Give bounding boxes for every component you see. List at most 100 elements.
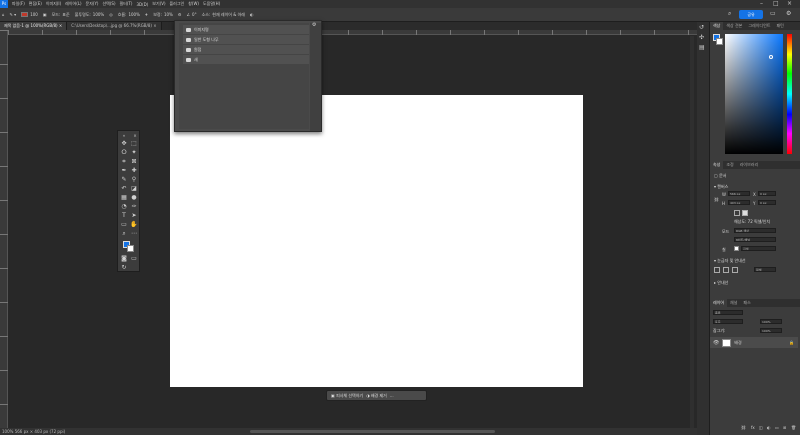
menu-window[interactable]: 창(W) — [188, 1, 199, 7]
document-canvas[interactable] — [170, 95, 583, 387]
more-options-button[interactable]: ... — [390, 393, 394, 398]
tab-layers[interactable]: 레이어 — [710, 299, 728, 307]
zoom-tool-icon[interactable]: ⌕ — [120, 230, 128, 238]
maximize-icon[interactable]: □ — [773, 0, 779, 7]
dropdown-gear-icon[interactable]: ⚙ — [312, 22, 316, 28]
bit-depth-select[interactable]: 8비트/채널 — [734, 237, 776, 242]
more-tools-icon[interactable]: ⋯ — [130, 230, 138, 238]
layer-blend-mode-select[interactable]: 표준 — [713, 319, 743, 324]
eye-icon[interactable]: 👁 — [713, 340, 719, 346]
color-mode-select[interactable]: RGB 색상 — [734, 228, 776, 233]
search-icon[interactable]: ⌕ — [728, 10, 731, 18]
collapse-icon[interactable]: « — [120, 132, 128, 140]
tab-gradients[interactable]: 그레이디언트 — [745, 22, 773, 30]
tab-channels[interactable]: 채널 — [727, 299, 740, 307]
dropdown-scrollbar[interactable] — [310, 23, 321, 131]
lasso-tool-icon[interactable]: ⵔ — [120, 149, 128, 157]
dropdown-item[interactable]: 일반 도형 나무 — [183, 35, 309, 44]
fill-color-swatch[interactable] — [734, 246, 739, 251]
close-icon[interactable]: × — [787, 0, 792, 7]
minimize-icon[interactable]: – — [760, 0, 763, 7]
share-button[interactable]: 공유 — [739, 10, 763, 19]
eraser-tool-icon[interactable]: ◪ — [130, 185, 138, 193]
tab-adjustments[interactable]: 조정 — [723, 161, 736, 169]
navigator-panel-icon[interactable]: ✣ — [699, 34, 704, 41]
select-subject-button[interactable]: ▣ 피사체 선택하기 — [331, 393, 363, 399]
ruler-horizontal[interactable] — [8, 30, 697, 35]
path-selection-tool-icon[interactable]: ➤ — [130, 212, 138, 220]
layer-filter-select[interactable]: 종류 — [713, 310, 743, 315]
menu-file[interactable]: 파일(F) — [12, 1, 25, 7]
comments-panel-icon[interactable]: ▤ — [699, 44, 705, 51]
color-picker-field[interactable] — [725, 34, 783, 154]
new-group-icon[interactable]: ▭ — [775, 425, 779, 430]
add-mask-icon[interactable]: ◫ — [759, 425, 763, 430]
tab-color[interactable]: 색상 — [710, 22, 724, 30]
menu-view[interactable]: 보기(V) — [152, 1, 165, 7]
dropdown-item[interactable]: 이미지명 — [183, 25, 309, 34]
menu-select[interactable]: 선택(S) — [102, 1, 115, 7]
guides-toggle-button[interactable] — [732, 267, 738, 273]
menu-help[interactable]: 도움말(H) — [203, 1, 220, 7]
shape-tool-icon[interactable]: ▭ — [120, 221, 128, 229]
gradient-tool-icon[interactable]: ▦ — [120, 194, 128, 202]
link-layers-icon[interactable]: ⛓ — [741, 425, 746, 430]
frame-tool-icon[interactable]: ⊠ — [130, 158, 138, 166]
ignore-adjustment-icon[interactable]: ◐ — [250, 12, 254, 17]
layer-fill-field[interactable]: 100% — [760, 328, 782, 333]
grid-toggle-button[interactable] — [723, 267, 729, 273]
type-tool-icon[interactable]: T — [120, 212, 128, 220]
pen-tool-icon[interactable]: ✑ — [130, 203, 138, 211]
portrait-orientation-button[interactable] — [734, 210, 740, 216]
brush-settings-icon[interactable]: ▣ — [43, 12, 47, 17]
canvas-section-header[interactable]: ▾ 캔버스 — [714, 184, 728, 190]
angle-field[interactable]: ∠ 0° — [186, 12, 196, 17]
rulers-guides-section-header[interactable]: ▾ 눈금자 및 안내선 — [714, 258, 746, 264]
history-brush-tool-icon[interactable]: ↶ — [120, 185, 128, 193]
mode-select[interactable]: 모드: 표준 — [52, 12, 70, 18]
close-icon[interactable]: × — [131, 132, 139, 140]
tab-swatches[interactable]: 색상 견본 — [723, 22, 745, 30]
quick-mask-icon[interactable]: ◙ — [120, 255, 128, 263]
smoothing-field[interactable]: 보정: 10% — [153, 12, 173, 18]
workspace-icon[interactable]: ▭ — [770, 10, 776, 17]
tab-paths[interactable]: 패스 — [740, 299, 753, 307]
link-icon[interactable]: ⛓ — [714, 197, 719, 202]
tab-libraries[interactable]: 라이브러리 — [737, 161, 761, 169]
ruler-unit-select[interactable]: 픽셀 — [754, 267, 776, 272]
magic-wand-tool-icon[interactable]: ✦ — [130, 149, 138, 157]
background-color-swatch[interactable] — [127, 245, 134, 252]
flow-field[interactable]: 흐름: 100% — [118, 12, 140, 18]
home-icon[interactable]: ⌂ — [2, 12, 5, 17]
dropdown-item[interactable]: 새 — [183, 55, 309, 64]
canvas-y-field[interactable]: 0 px — [758, 200, 776, 205]
gear-icon[interactable]: ⚙ — [786, 10, 791, 17]
document-tab[interactable]: C:\Users\Desktop\...jpg @ 66.7%(RGB/8) × — [67, 22, 162, 30]
clone-stamp-tool-icon[interactable]: ⚲ — [130, 176, 138, 184]
layer-row[interactable]: 👁 배경 🔒 — [710, 337, 798, 348]
brush-size-picker[interactable]: 100 — [21, 12, 38, 17]
adjustment-layer-icon[interactable]: ◐ — [767, 425, 771, 430]
tab-patterns[interactable]: 패턴 — [773, 22, 786, 30]
canvas-vertical-scrollbar[interactable] — [690, 36, 694, 428]
pressure-opacity-icon[interactable]: ◎ — [109, 12, 113, 17]
fill-select[interactable]: 흰색 — [741, 246, 776, 251]
landscape-orientation-button[interactable] — [742, 210, 748, 216]
ruler-toggle-button[interactable] — [714, 267, 720, 273]
brush-tool-icon[interactable]: ✎ — [120, 176, 128, 184]
blur-tool-icon[interactable]: ● — [130, 194, 138, 202]
delete-layer-icon[interactable]: 🗑 — [791, 425, 796, 430]
opacity-field[interactable]: 불투명도: 100% — [75, 12, 105, 18]
dropdown-item[interactable]: 원점 — [183, 45, 309, 54]
menu-edit[interactable]: 편집(E) — [29, 1, 42, 7]
eyedropper-tool-icon[interactable]: ✒ — [120, 167, 128, 175]
canvas-horizontal-scrollbar[interactable] — [250, 430, 495, 433]
hue-slider[interactable] — [787, 34, 792, 154]
canvas-height-field[interactable]: 403 px — [728, 200, 750, 205]
smoothing-options-icon[interactable]: ⚙ — [178, 12, 182, 17]
canvas-x-field[interactable]: 0 px — [758, 191, 776, 196]
ruler-vertical[interactable] — [0, 30, 8, 428]
color-picker-cursor[interactable] — [769, 55, 773, 59]
crop-tool-icon[interactable]: ⌗ — [120, 158, 128, 166]
dodge-tool-icon[interactable]: ◔ — [120, 203, 128, 211]
